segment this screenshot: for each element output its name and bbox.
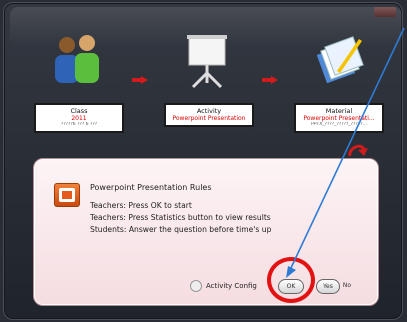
arrow-2-icon bbox=[262, 76, 278, 84]
step-activity[interactable]: Activity Powerpoint Presentation bbox=[152, 31, 262, 127]
yes-button[interactable]: Yes bbox=[316, 279, 340, 294]
class-label: Class 2011 ?????6 ??? 6 ??? bbox=[34, 103, 124, 133]
powerpoint-icon bbox=[54, 183, 80, 207]
documents-icon bbox=[307, 31, 367, 91]
people-icon bbox=[47, 31, 107, 91]
dialog-title: Powerpoint Presentation Rules bbox=[90, 183, 212, 192]
undo-curl-icon bbox=[348, 144, 368, 157]
class-title: Class bbox=[70, 107, 88, 115]
material-subtitle: PPTX_????_?????_?????... bbox=[311, 122, 367, 127]
no-button[interactable]: No bbox=[340, 279, 354, 292]
arrow-1-icon bbox=[132, 76, 148, 84]
class-value: 2011 bbox=[71, 115, 87, 122]
material-value: Powerpoint Presentati... bbox=[303, 115, 375, 122]
activity-config-label: Activity Config bbox=[206, 282, 257, 290]
step-material[interactable]: Material Powerpoint Presentati... PPTX_?… bbox=[282, 31, 392, 133]
material-label: Material Powerpoint Presentati... PPTX_?… bbox=[294, 103, 384, 133]
app-window: Class 2011 ?????6 ??? 6 ??? Activity Pow… bbox=[3, 2, 403, 320]
class-subtitle: ?????6 ??? 6 ??? bbox=[60, 122, 98, 127]
config-icon bbox=[190, 280, 202, 292]
rule-line-3: Students: Answer the question before tim… bbox=[90, 225, 272, 234]
rules-dialog: Powerpoint Presentation Rules Teachers: … bbox=[33, 158, 379, 306]
screenshot-frame: Class 2011 ?????6 ??? 6 ??? Activity Pow… bbox=[0, 0, 407, 322]
activity-title: Activity bbox=[196, 107, 222, 115]
material-title: Material bbox=[325, 107, 353, 115]
rule-line-2: Teachers: Press Statistics button to vie… bbox=[90, 213, 271, 222]
highlight-ring bbox=[267, 257, 315, 303]
activity-value: Powerpoint Presentation bbox=[172, 115, 246, 122]
presentation-board-icon bbox=[177, 31, 237, 91]
step-class[interactable]: Class 2011 ?????6 ??? 6 ??? bbox=[22, 31, 132, 133]
activity-label: Activity Powerpoint Presentation bbox=[164, 103, 254, 127]
close-button[interactable] bbox=[374, 7, 396, 17]
rule-line-1: Teachers: Press OK to start bbox=[90, 201, 192, 210]
activity-config[interactable]: Activity Config bbox=[190, 280, 257, 292]
